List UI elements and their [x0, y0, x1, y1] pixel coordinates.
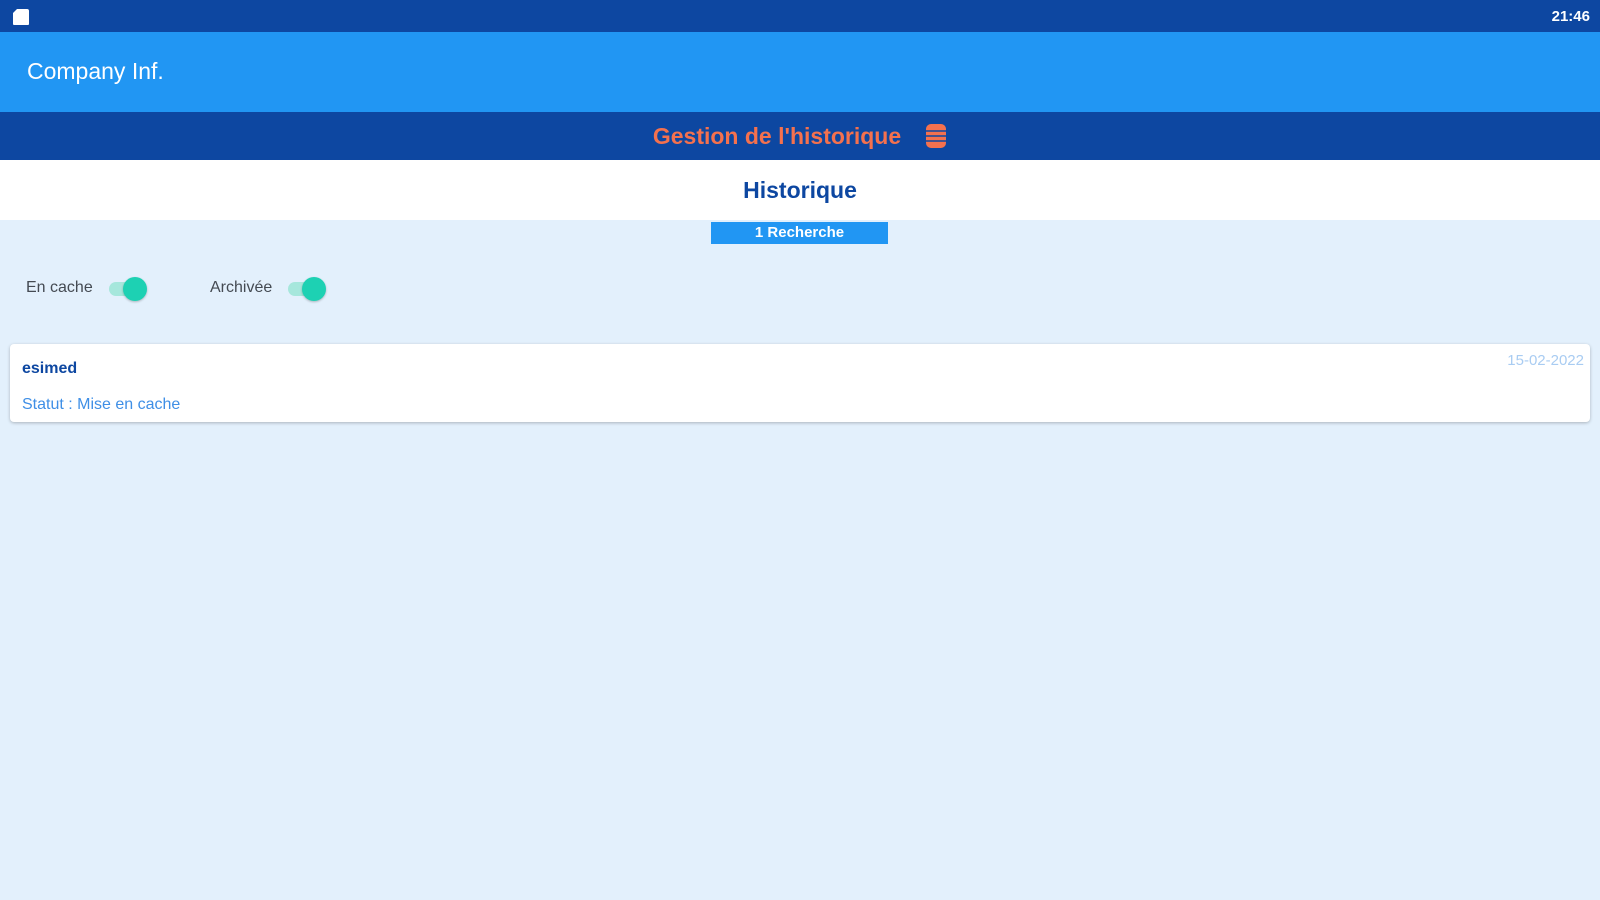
- section-title: Gestion de l'historique: [652, 122, 902, 149]
- status-bar: 21:46: [0, 0, 1600, 32]
- status-clock: 21:46: [1551, 8, 1590, 25]
- archivee-toggle[interactable]: [286, 275, 327, 301]
- filter-en-cache[interactable]: En cache: [26, 270, 147, 306]
- filter-label: Archivée: [210, 279, 273, 296]
- app-title: Company Inf.: [27, 58, 164, 84]
- history-item-date: 15-02-2022: [1507, 352, 1584, 369]
- result-count-badge: 1 Recherche: [711, 222, 888, 244]
- filter-archivee[interactable]: Archivée: [210, 270, 327, 306]
- history-item-status: Statut : Mise en cache: [22, 396, 181, 413]
- en-cache-toggle[interactable]: [107, 275, 147, 301]
- app-bar: Company Inf.: [0, 32, 1600, 112]
- toggle-thumb: [122, 277, 147, 301]
- history-item-name: esimed: [22, 360, 78, 377]
- filter-label: En cache: [26, 279, 93, 296]
- toggle-thumb: [302, 277, 327, 301]
- filter-bar: En cache Archivée: [0, 270, 1600, 306]
- sd-card-icon: [13, 9, 29, 25]
- page-title: Historique: [743, 176, 857, 203]
- history-list-item[interactable]: esimed Statut : Mise en cache 15-02-2022: [10, 344, 1590, 422]
- section-header: Gestion de l'historique: [0, 112, 1600, 160]
- database-icon[interactable]: [925, 123, 947, 149]
- page-header: Historique: [0, 160, 1600, 220]
